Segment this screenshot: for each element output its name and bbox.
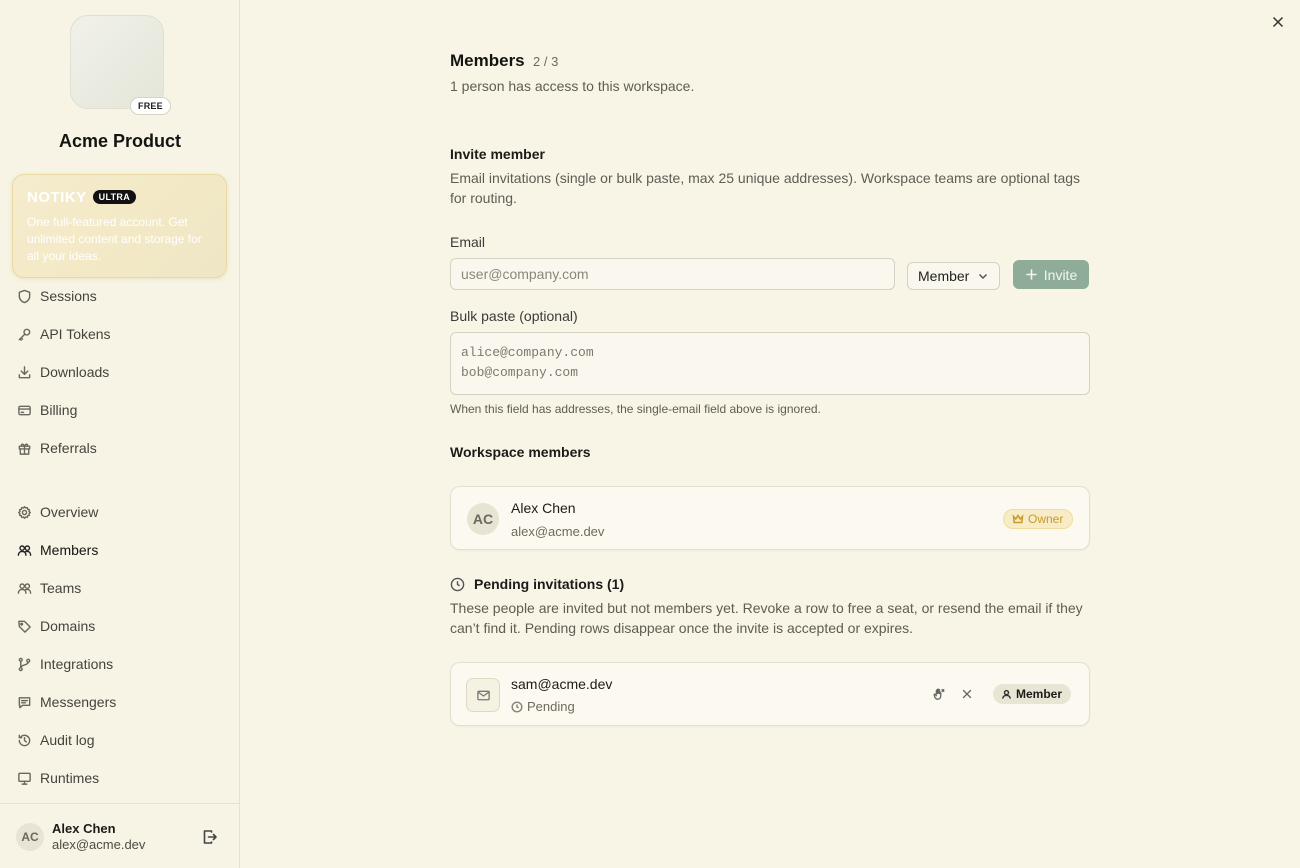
pending-email: sam@acme.dev <box>511 676 613 692</box>
sidebar-item-label: Sessions <box>40 288 97 304</box>
sidebar-item-label: Downloads <box>40 364 110 380</box>
sidebar-item-api-tokens[interactable]: API Tokens <box>16 322 111 346</box>
bulk-paste-field[interactable] <box>450 332 1090 395</box>
message-icon <box>16 694 32 710</box>
resend-button[interactable] <box>931 686 947 702</box>
plan-badge: FREE <box>130 97 171 115</box>
crown-icon <box>1012 514 1024 524</box>
email-label: Email <box>450 234 486 250</box>
role-badge: Member <box>993 684 1072 704</box>
invite-description: Email invitations (single or bulk paste,… <box>450 170 1081 206</box>
invite-button[interactable]: Invite <box>1013 260 1089 289</box>
mail-icon <box>476 690 490 700</box>
gift-icon <box>16 440 32 456</box>
email-field[interactable] <box>450 258 895 290</box>
sidebar-item-runtimes[interactable]: Runtimes <box>16 766 99 790</box>
sidebar-user-footer: AC Alex Chen alex@acme.dev <box>0 803 239 868</box>
member-count: 2 / 3 <box>533 54 559 69</box>
download-icon <box>16 364 32 380</box>
promo-brand: NOTIKY <box>27 188 87 206</box>
bulk-hint: When this field has addresses, the singl… <box>450 402 821 416</box>
pending-heading-label: Pending invitations (1) <box>474 576 625 592</box>
pending-invite-row: sam@acme.dev Pending Member <box>450 662 1090 726</box>
close-icon <box>962 689 972 699</box>
sidebar-item-billing[interactable]: Billing <box>16 398 77 422</box>
bulk-label: Bulk paste (optional) <box>450 308 578 324</box>
invite-heading: Invite member <box>450 146 545 162</box>
pending-status: Pending <box>511 699 575 714</box>
sidebar-item-integrations[interactable]: Integrations <box>16 652 113 676</box>
sidebar-item-label: Members <box>40 542 99 558</box>
user-name: Alex Chen <box>52 821 116 836</box>
members-heading: Workspace members <box>450 444 591 460</box>
promo-text: One full-featured account. Get unlimited… <box>27 214 202 263</box>
page-title: Members <box>450 51 525 70</box>
sidebar-item-audit-log[interactable]: Audit log <box>16 728 94 752</box>
ultra-badge: ULTRA <box>92 190 136 205</box>
sidebar-item-members[interactable]: Members <box>16 538 98 562</box>
role-select[interactable]: Member <box>907 262 1000 290</box>
sidebar-item-domains[interactable]: Domains <box>16 614 95 638</box>
sidebar-item-label: Billing <box>40 402 78 418</box>
mail-icon-box <box>466 678 500 712</box>
resend-icon <box>933 688 945 700</box>
sidebar-item-downloads[interactable]: Downloads <box>16 360 109 384</box>
sidebar-item-label: Referrals <box>40 440 97 456</box>
pending-heading: Pending invitations (1) <box>450 576 624 592</box>
page-subtitle: 1 person has access to this workspace. <box>450 78 695 94</box>
owner-badge: Owner <box>1003 509 1074 529</box>
git-branch-icon <box>16 656 32 672</box>
sidebar-item-label: API Tokens <box>40 326 111 342</box>
member-email: alex@acme.dev <box>511 524 605 539</box>
users-group-icon <box>16 580 32 596</box>
member-row: AC Alex Chen alex@acme.dev Owner <box>450 486 1090 550</box>
sidebar-item-label: Runtimes <box>40 770 100 786</box>
sidebar-item-referrals[interactable]: Referrals <box>16 436 97 460</box>
user-icon <box>1002 689 1011 699</box>
credit-card-icon <box>16 402 32 418</box>
users-icon <box>16 542 32 558</box>
plus-icon <box>1026 269 1037 280</box>
sidebar-item-label: Domains <box>40 618 96 634</box>
role-badge-label: Member <box>1016 687 1063 701</box>
monitor-icon <box>16 770 32 786</box>
sidebar-item-label: Audit log <box>40 732 95 748</box>
close-button[interactable] <box>1270 14 1286 30</box>
history-icon <box>16 732 32 748</box>
sidebar-item-sessions[interactable]: Sessions <box>16 284 97 308</box>
revoke-button[interactable] <box>959 686 975 702</box>
logout-icon <box>203 830 217 844</box>
clock-icon <box>450 577 465 591</box>
sidebar-item-messengers[interactable]: Messengers <box>16 690 116 714</box>
sidebar-item-teams[interactable]: Teams <box>16 576 81 600</box>
sidebar-item-overview[interactable]: Overview <box>16 500 98 524</box>
workspace-name: Acme Product <box>58 131 182 151</box>
owner-badge-label: Owner <box>1028 512 1064 526</box>
user-email: alex@acme.dev <box>52 837 146 852</box>
chevron-down-icon <box>978 273 988 280</box>
sidebar-item-label: Messengers <box>40 694 117 710</box>
sidebar: FREE Acme Product NOTIKY ULTRA One full-f… <box>0 0 240 868</box>
logout-button[interactable] <box>202 829 218 845</box>
gear-icon <box>16 504 32 520</box>
workspace-logo[interactable] <box>70 15 164 109</box>
close-icon <box>1272 16 1284 28</box>
key-icon <box>16 326 32 342</box>
avatar[interactable]: AC <box>16 823 44 851</box>
tag-icon <box>16 618 32 634</box>
invite-button-label: Invite <box>1043 266 1078 283</box>
role-select-value: Member <box>918 268 970 284</box>
sidebar-item-label: Teams <box>40 580 82 596</box>
upgrade-promo-card[interactable]: NOTIKY ULTRA One full-featured account. G… <box>12 174 227 278</box>
shield-icon <box>16 288 32 304</box>
clock-icon <box>511 700 523 713</box>
pending-description: These people are invited but not members… <box>450 600 1083 636</box>
avatar: AC <box>467 503 499 535</box>
sidebar-item-label: Overview <box>40 504 99 520</box>
member-name: Alex Chen <box>511 500 576 516</box>
pending-status-label: Pending <box>527 699 575 714</box>
sidebar-item-label: Integrations <box>40 656 114 672</box>
